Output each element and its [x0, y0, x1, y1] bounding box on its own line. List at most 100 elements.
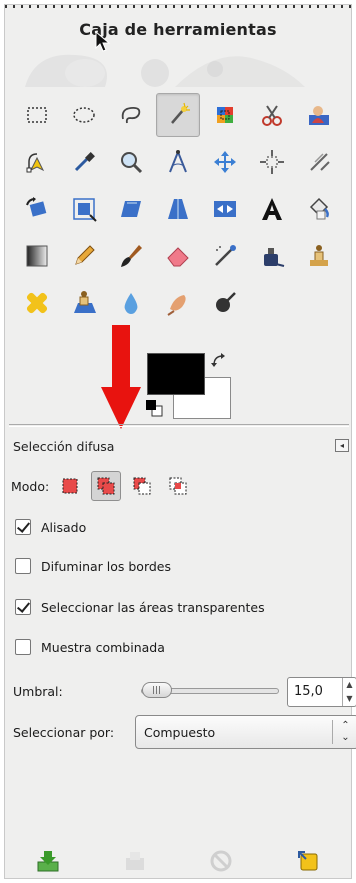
antialiasing-option[interactable]: Alisado — [15, 519, 86, 535]
rotate-tool[interactable] — [15, 187, 59, 231]
panel-divider[interactable] — [9, 424, 349, 427]
select-by-color-tool[interactable] — [203, 93, 247, 137]
sample-merged-label: Muestra combinada — [41, 639, 165, 655]
zoom-tool[interactable] — [109, 140, 153, 184]
shear-icon — [121, 201, 141, 217]
window-top-edge[interactable] — [5, 5, 351, 8]
measure-tool[interactable] — [156, 140, 200, 184]
color-picker-icon — [74, 152, 95, 172]
blur-sharpen-tool[interactable] — [109, 281, 153, 325]
feather-edges-label: Difuminar los bordes — [41, 558, 172, 574]
mode-intersect-button[interactable] — [163, 471, 193, 501]
sample-merged-option[interactable]: Muestra combinada — [15, 639, 165, 655]
blur-sharpen-icon — [124, 293, 138, 314]
mode-label: Modo: — [11, 478, 50, 494]
threshold-spinbox[interactable]: 15,0 ▲ ▼ — [287, 677, 356, 707]
select-by-value: Compuesto — [144, 725, 216, 740]
dodge-burn-tool[interactable] — [203, 281, 247, 325]
select-by-label: Seleccionar por: — [13, 725, 115, 740]
pencil-icon — [75, 245, 95, 265]
spin-arrows-icon[interactable]: ▲ ▼ — [342, 678, 356, 706]
add-selection-icon — [97, 477, 115, 495]
crop-tool[interactable] — [297, 140, 341, 184]
align-icon — [260, 150, 284, 174]
airbrush-tool[interactable] — [203, 234, 247, 278]
perspective-icon — [168, 199, 188, 219]
rotate-icon — [26, 197, 47, 217]
free-select-tool[interactable] — [109, 93, 153, 137]
text-icon — [262, 198, 282, 220]
dodge-burn-icon — [216, 292, 236, 312]
eraser-tool[interactable] — [156, 234, 200, 278]
sample-merged-checkbox[interactable] — [15, 639, 31, 655]
fuzzy-select-tool[interactable] — [156, 93, 200, 137]
pencil-tool[interactable] — [62, 234, 106, 278]
clone-tool[interactable] — [297, 234, 341, 278]
delete-options-icon — [210, 850, 232, 872]
select-by-dropdown[interactable]: Compuesto ⌃ ⌄ — [135, 715, 356, 749]
feather-edges-option[interactable]: Difuminar los bordes — [15, 558, 171, 574]
perspective-tool[interactable] — [156, 187, 200, 231]
scale-icon — [73, 198, 97, 222]
threshold-value: 15,0 — [294, 684, 323, 699]
panel-menu-button[interactable]: ◂ — [335, 439, 349, 452]
flip-tool[interactable] — [203, 187, 247, 231]
perspective-clone-icon — [74, 291, 96, 313]
mode-replace-button[interactable] — [55, 471, 85, 501]
move-icon — [214, 151, 236, 173]
select-by-color-icon — [217, 107, 233, 123]
move-tool[interactable] — [203, 140, 247, 184]
mode-add-button[interactable] — [91, 471, 122, 501]
select-transparent-option[interactable]: Seleccionar las áreas transparentes — [15, 599, 265, 615]
scissors-select-tool[interactable] — [250, 93, 294, 137]
ellipse-select-tool[interactable] — [62, 93, 106, 137]
align-tool[interactable] — [250, 140, 294, 184]
shear-tool[interactable] — [109, 187, 153, 231]
select-transparent-label: Seleccionar las áreas transparentes — [41, 599, 265, 615]
airbrush-icon — [215, 245, 236, 266]
antialiasing-checkbox[interactable] — [15, 519, 31, 535]
toolbox-window: Caja de herramientas Selección difusa ◂ … — [4, 4, 356, 879]
paths-icon — [26, 153, 45, 173]
foreground-color-swatch[interactable] — [147, 353, 205, 395]
heal-tool[interactable] — [15, 281, 59, 325]
antialiasing-label: Alisado — [41, 519, 87, 535]
smudge-tool[interactable] — [156, 281, 200, 325]
ink-icon — [264, 248, 285, 267]
feather-edges-checkbox[interactable] — [15, 558, 31, 574]
delete-options-button[interactable] — [204, 846, 238, 876]
clone-icon — [310, 245, 328, 266]
reset-options-button[interactable] — [291, 846, 325, 876]
crop-icon — [310, 153, 330, 171]
blend-tool[interactable] — [15, 234, 59, 278]
tool-grid — [15, 93, 351, 328]
flip-icon — [214, 201, 236, 217]
foreground-select-icon — [309, 106, 329, 125]
blend-icon — [26, 245, 48, 267]
swap-colors-icon[interactable] — [209, 351, 229, 371]
threshold-slider-handle[interactable] — [142, 682, 172, 698]
mode-subtract-button[interactable] — [127, 471, 157, 501]
paintbrush-tool[interactable] — [109, 234, 153, 278]
scale-tool[interactable] — [62, 187, 106, 231]
foreground-select-tool[interactable] — [297, 93, 341, 137]
paintbrush-icon — [121, 245, 142, 267]
measure-icon — [169, 150, 187, 173]
paths-tool[interactable] — [15, 140, 59, 184]
perspective-clone-tool[interactable] — [62, 281, 106, 325]
smudge-icon — [167, 295, 186, 316]
reset-options-icon — [297, 851, 318, 871]
fuzzy-select-icon — [171, 102, 190, 124]
color-picker-tool[interactable] — [62, 140, 106, 184]
restore-options-icon — [125, 852, 144, 870]
mode-row: Modo: — [11, 471, 199, 501]
save-options-button[interactable] — [31, 846, 65, 876]
rect-select-tool[interactable] — [15, 93, 59, 137]
default-colors-icon[interactable] — [145, 399, 163, 417]
bucket-fill-tool[interactable] — [297, 187, 341, 231]
select-transparent-checkbox[interactable] — [15, 599, 31, 615]
text-tool[interactable] — [250, 187, 294, 231]
restore-options-button[interactable] — [118, 846, 152, 876]
ink-tool[interactable] — [250, 234, 294, 278]
eraser-icon — [167, 247, 189, 267]
